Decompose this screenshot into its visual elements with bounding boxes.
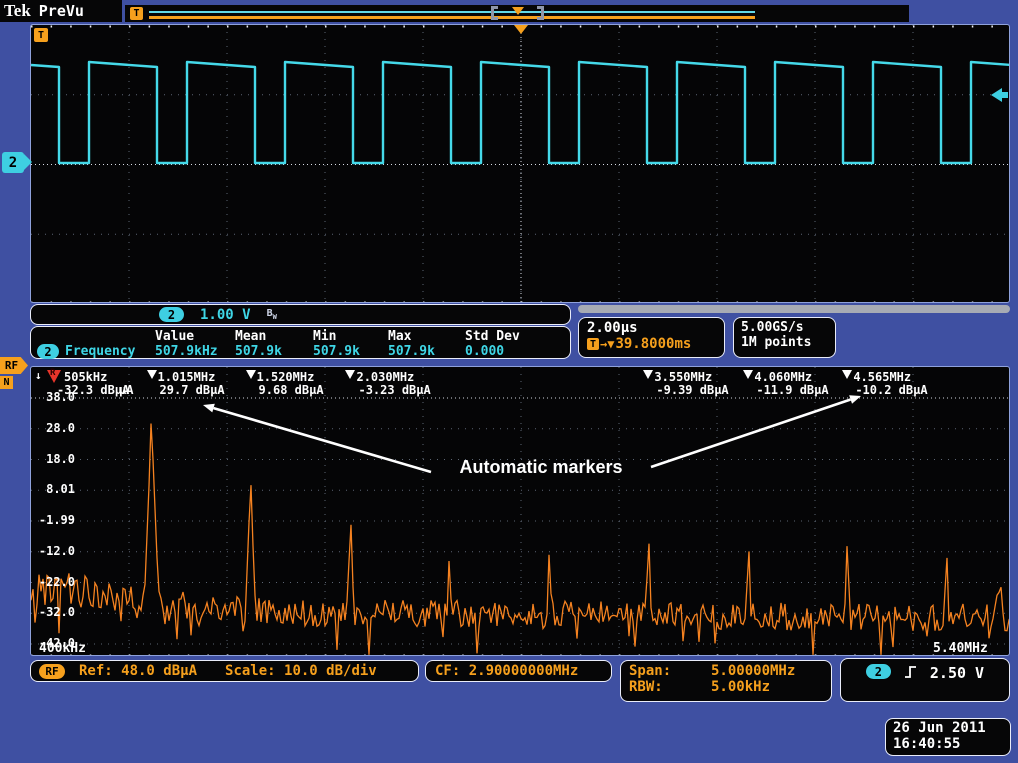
horizontal-settings-box[interactable]: 2.00µs T →▼ 39.8000ms (578, 317, 725, 358)
expansion-point-icon (991, 88, 1002, 102)
overview-ch2-trace (149, 11, 755, 13)
measurement-header-value: Value (155, 329, 235, 344)
rf-axis-label-18.0: 18.0 (33, 452, 75, 466)
record-overview-strip[interactable]: T (125, 5, 909, 22)
rf-normal-marker-badge: N (0, 376, 13, 389)
rf-channel-badge[interactable]: RF (0, 357, 28, 374)
delay-arrow-icon: →▼ (600, 337, 614, 351)
overview-trigger-position-icon (512, 7, 524, 15)
rf-badge-label: RF (5, 359, 18, 372)
time-label: 16:40:55 (893, 736, 1003, 752)
measurement-stddev: 0.000 (465, 344, 570, 359)
time-domain-graticule: T (30, 24, 1010, 303)
measurement-mean: 507.9k (235, 344, 313, 359)
acquisition-mode-label: PreVu (39, 2, 84, 20)
header-bar: Tek PreVu (0, 0, 122, 22)
channel-2-badge: 2 (159, 307, 184, 322)
timebase-t-icon: T (587, 338, 599, 350)
timebase-delay-value: 39.8000ms (615, 336, 691, 352)
channel-2-scale-value: 1.00 V (200, 307, 251, 323)
channel-2-ground-marker-tip (24, 154, 32, 170)
rising-edge-icon (904, 664, 917, 679)
rf-scale: Scale: 10.0 dB/div (225, 663, 377, 679)
measurement-name: Frequency (65, 344, 135, 359)
tek-logo: Tek (4, 1, 31, 21)
acquisition-box[interactable]: 5.00GS/s 1M points (733, 317, 836, 358)
sample-rate: 5.00GS/s (741, 320, 828, 335)
rf-axis-label--32.0: -32.0 (33, 605, 75, 619)
start-frequency-label: 400kHz (39, 641, 86, 656)
oscilloscope-screen: { "header": {"logo": "Tek", "mode": "Pre… (0, 0, 1018, 763)
rf-axis-label-28.0: 28.0 (33, 421, 75, 435)
trigger-t-icon: T (130, 7, 143, 20)
measurement-panel[interactable]: Value Mean Min Max Std Dev 2 Frequency 5… (30, 326, 571, 359)
measurement-source: 2 Frequency (37, 344, 155, 359)
rf-ref-level: Ref: 48.0 dBµA (79, 663, 197, 679)
measurement-header-stddev: Std Dev (465, 329, 570, 344)
rf-axis-label--1.99: -1.99 (33, 513, 75, 527)
overview-rf-trace (149, 16, 755, 19)
trigger-position-icon[interactable] (514, 25, 528, 34)
measurement-min: 507.9k (313, 344, 388, 359)
measurement-header-max: Max (388, 329, 465, 344)
center-frequency-value: CF: 2.90000000MHz (435, 663, 578, 679)
rf-bar-badge: RF (39, 664, 65, 679)
trigger-level-value: 2.50 V (930, 664, 984, 682)
center-frequency-box[interactable]: CF: 2.90000000MHz (425, 660, 612, 682)
window-bracket-left-icon[interactable] (491, 6, 498, 20)
rf-axis-label-38.0: 38.0 (33, 390, 75, 404)
bandwidth-limit-icon: BW (267, 308, 277, 321)
span-value: 5.00000MHz (711, 663, 795, 679)
window-bracket-right-icon[interactable] (537, 6, 544, 20)
record-length: 1M points (741, 335, 828, 350)
rf-axis-label--12.0: -12.0 (33, 544, 75, 558)
datetime-box: 26 Jun 2011 16:40:55 (885, 718, 1011, 756)
measurement-max: 507.9k (388, 344, 465, 359)
trigger-readout-box[interactable]: 2 2.50 V (840, 658, 1010, 702)
horizontal-position-indicator (578, 305, 1010, 313)
expansion-point-tail (1002, 92, 1008, 98)
rf-axis-label--22.0: -22.0 (33, 575, 75, 589)
measurement-header-min: Min (313, 329, 388, 344)
timebase-scale: 2.00µs (587, 320, 716, 336)
rf-spectrum-graticule: ↓ R 505kHz -32.3 dBµA µA 1.015MHz29.7 dB… (30, 366, 1010, 656)
stop-frequency-label: 5.40MHz (933, 641, 988, 656)
measurement-value: 507.9kHz (155, 344, 235, 359)
span-label: Span: (629, 663, 711, 679)
annotation-automatic-markers: Automatic markers (431, 457, 651, 478)
rbw-label: RBW: (629, 679, 711, 695)
measurement-channel-badge: 2 (37, 344, 59, 359)
date-label: 26 Jun 2011 (893, 720, 1003, 736)
trigger-t-corner-icon: T (34, 28, 48, 42)
measurement-header-mean: Mean (235, 329, 313, 344)
rf-settings-bar[interactable]: RF Ref: 48.0 dBµA Scale: 10.0 dB/div (30, 660, 419, 682)
rf-n-label: N (3, 377, 9, 388)
trigger-source-badge: 2 (866, 664, 891, 679)
channel-2-ground-marker[interactable]: 2 (2, 152, 24, 173)
channel-2-scale-bar[interactable]: 2 1.00 V BW (30, 304, 571, 325)
span-rbw-box[interactable]: Span: 5.00000MHz RBW: 5.00kHz (620, 660, 832, 702)
channel-2-ground-label: 2 (9, 155, 17, 171)
rf-axis-label-8.01: 8.01 (33, 482, 75, 496)
rbw-value: 5.00kHz (711, 679, 770, 695)
